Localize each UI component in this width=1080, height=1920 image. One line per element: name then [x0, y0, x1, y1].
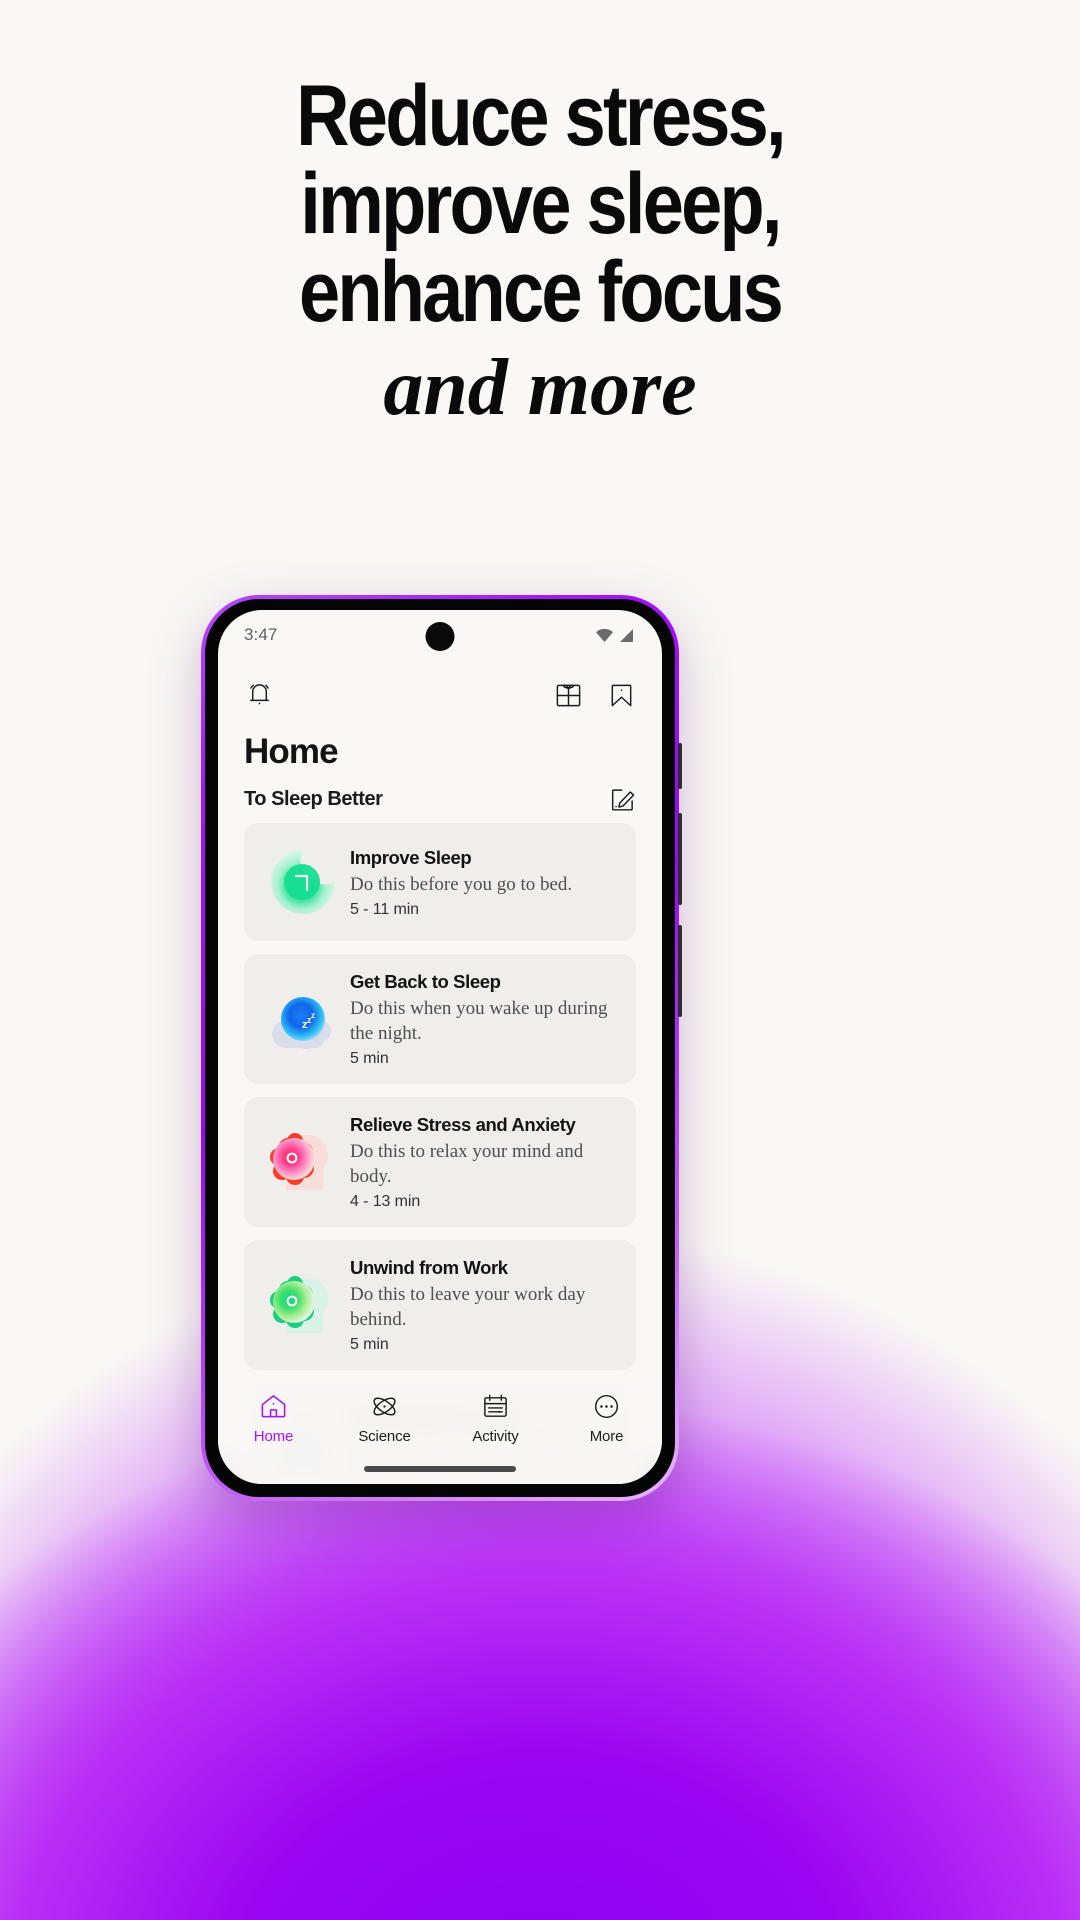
- phone-screen: 3:47 Home To Sleep Better Improve Sleep …: [218, 610, 662, 1484]
- section-title: To Sleep Better: [244, 788, 383, 810]
- page-title: Home: [244, 732, 339, 771]
- atom-icon: [370, 1392, 399, 1421]
- blue-sleeping-cloud-icon: z z z: [260, 976, 346, 1062]
- phone-bezel: 3:47 Home To Sleep Better Improve Sleep …: [205, 599, 675, 1497]
- signal-icon: [619, 628, 634, 643]
- promo-headline: Reduce stress, improve sleep, enhance fo…: [0, 72, 1080, 436]
- nav-item-activity[interactable]: Activity: [440, 1392, 551, 1445]
- bell-icon[interactable]: [244, 680, 275, 711]
- card-duration: 4 - 13 min: [350, 1193, 421, 1210]
- red-head-icon: [260, 1119, 346, 1205]
- wifi-icon: [595, 628, 614, 643]
- home-scroll-area[interactable]: Home To Sleep Better Improve Sleep Do th…: [218, 718, 662, 1484]
- green-head-icon: [260, 1262, 346, 1348]
- status-icons: [595, 628, 634, 643]
- card-description: Do this to leave your work day behind.: [350, 1284, 586, 1330]
- home-icon: [259, 1392, 288, 1421]
- home-indicator[interactable]: [364, 1466, 516, 1472]
- more-dots-icon: [592, 1392, 621, 1421]
- edit-pencil-icon[interactable]: [609, 786, 636, 813]
- session-card[interactable]: z z z Get Back to Sleep Do this when you…: [244, 954, 636, 1084]
- headline-line-1: Reduce stress,: [296, 68, 786, 164]
- card-title: Relieve Stress and Anxiety: [350, 1114, 576, 1135]
- card-duration: 5 - 11 min: [350, 900, 419, 918]
- status-time: 3:47: [244, 625, 278, 644]
- card-description: Do this when you wake up during the nigh…: [350, 998, 608, 1044]
- section-header: To Sleep Better: [218, 774, 662, 823]
- headline-line-3: enhance focus: [298, 244, 784, 340]
- phone-side-button-bottom: [678, 925, 682, 1017]
- nav-label: Activity: [472, 1428, 519, 1445]
- nav-item-home[interactable]: Home: [218, 1392, 329, 1445]
- app-header: [218, 660, 662, 718]
- phone-side-button-top: [678, 743, 682, 789]
- gift-icon[interactable]: [554, 681, 583, 710]
- card-duration: 5 min: [350, 1336, 389, 1353]
- card-duration: 5 min: [350, 1050, 389, 1067]
- session-card[interactable]: Unwind from Work Do this to leave your w…: [244, 1240, 636, 1370]
- phone-mockup: 3:47 Home To Sleep Better Improve Sleep …: [201, 595, 682, 1501]
- card-description: Do this before you go to bed.: [350, 873, 573, 895]
- green-moon-icon: [260, 839, 346, 925]
- card-title: Unwind from Work: [350, 1257, 508, 1278]
- nav-label: Science: [358, 1428, 411, 1445]
- session-card[interactable]: Relieve Stress and Anxiety Do this to re…: [244, 1097, 636, 1227]
- calendar-icon: [481, 1392, 510, 1421]
- card-description: Do this to relax your mind and body.: [350, 1141, 584, 1187]
- headline-line-2: improve sleep,: [300, 156, 782, 252]
- status-bar: 3:47: [218, 610, 662, 660]
- phone-side-button-mid: [678, 813, 682, 905]
- svg-text:z: z: [311, 1011, 315, 1020]
- nav-item-science[interactable]: Science: [329, 1392, 440, 1445]
- bookmark-icon[interactable]: [607, 681, 636, 710]
- nav-item-more[interactable]: More: [551, 1392, 662, 1445]
- punch-hole-camera: [425, 622, 455, 651]
- card-title: Improve Sleep: [350, 846, 472, 868]
- session-card[interactable]: Improve Sleep Do this before you go to b…: [244, 823, 636, 941]
- nav-label: More: [589, 1428, 624, 1445]
- header-actions: [554, 681, 636, 710]
- headline-italic-line: and more: [383, 344, 697, 432]
- card-title: Get Back to Sleep: [350, 971, 501, 992]
- nav-label: Home: [253, 1428, 294, 1445]
